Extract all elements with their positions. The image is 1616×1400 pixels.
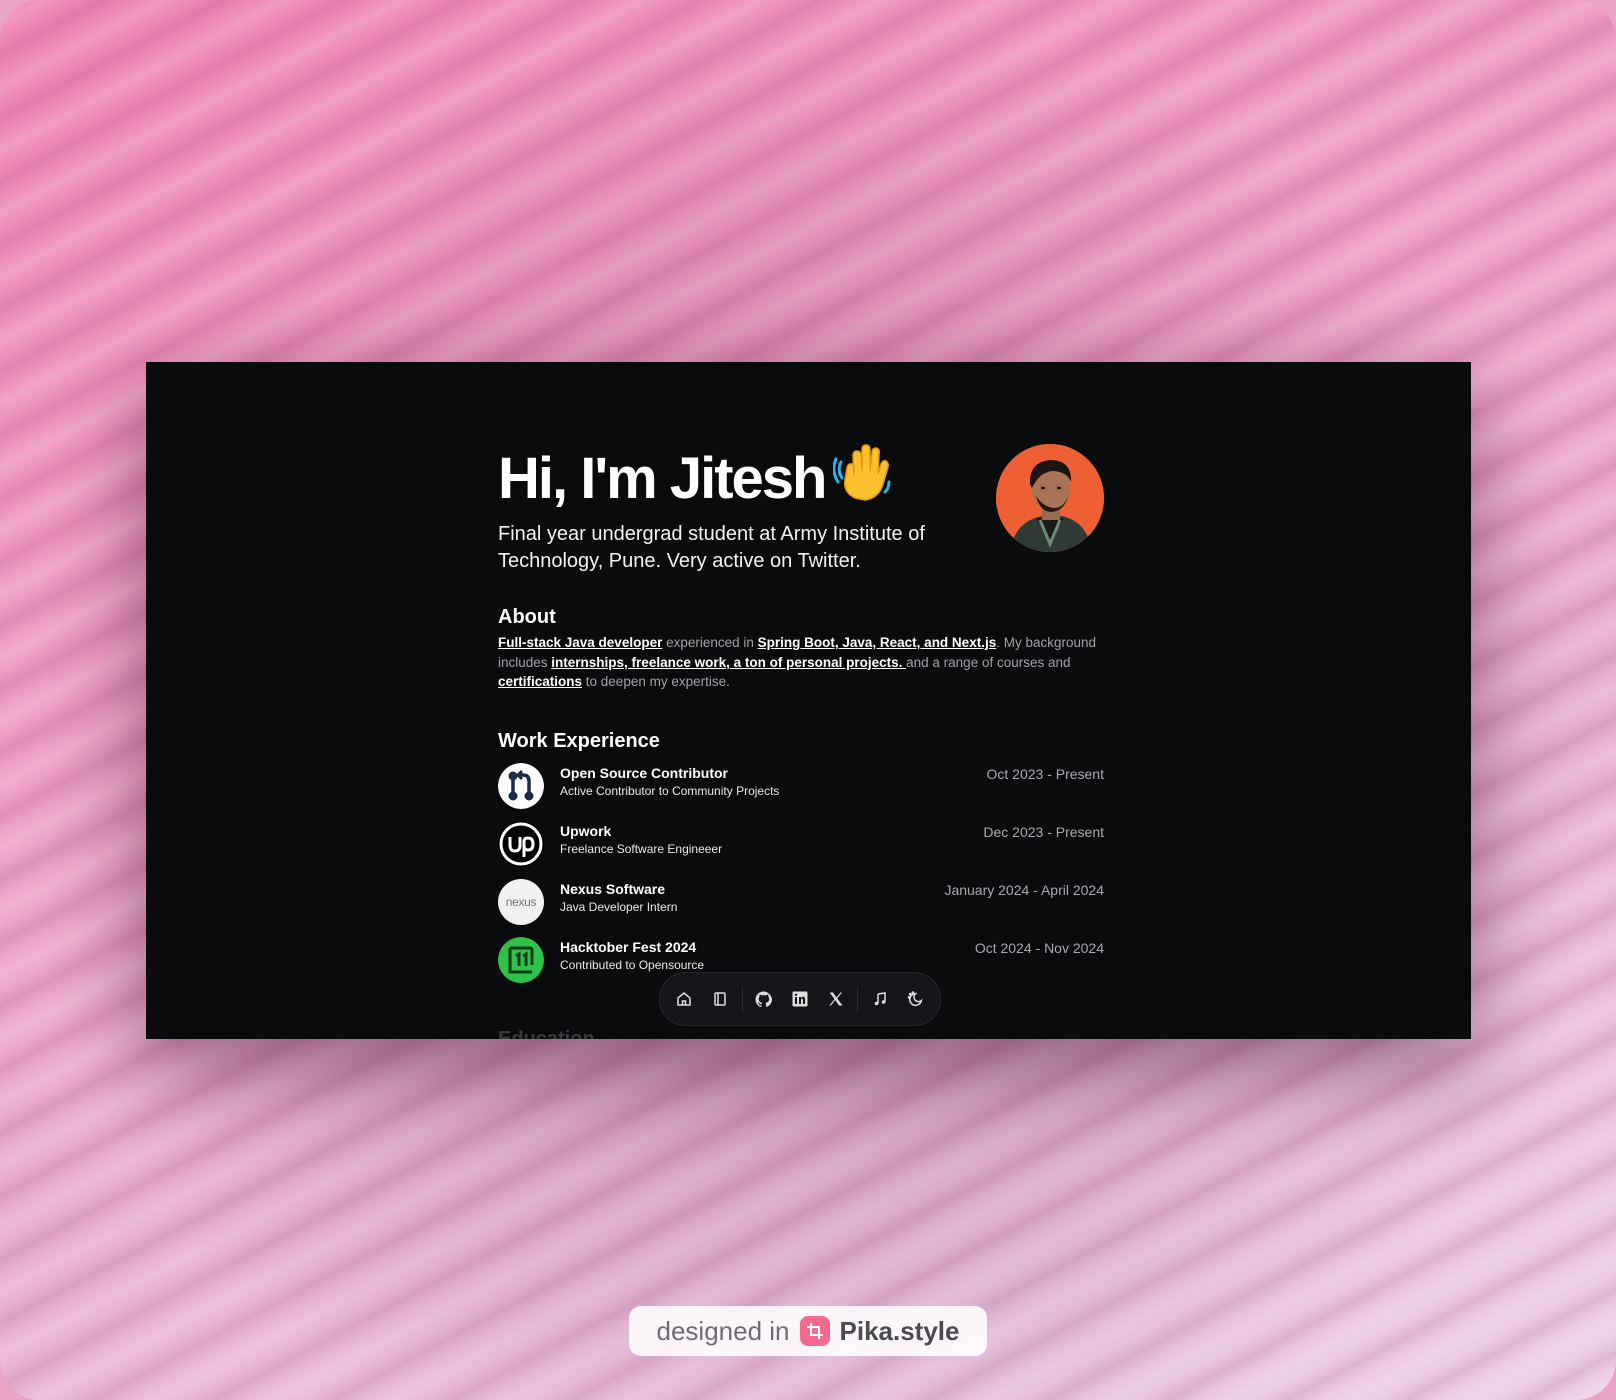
about-section: About Full-stack Java developer experien… [498,606,1104,692]
avatar [996,444,1104,552]
hero-section: Hi, I'm Jitesh Final year undergrad stud… [498,442,1104,582]
job-role: Active Contributor to Community Projects [560,784,780,798]
nexus-logo-text: nexus [505,895,537,909]
github-icon[interactable] [749,984,779,1014]
job-title: Nexus Software [560,881,666,897]
linkedin-icon[interactable] [785,984,815,1014]
upwork-logo [498,821,544,867]
work-experience-section: Work Experience Open Source Contributor … [498,730,1104,995]
job-dates: Oct 2024 - Nov 2024 [974,940,1104,956]
main-content: Hi, I'm Jitesh Final year undergrad stud… [498,442,1104,983]
education-heading: Education [498,1028,595,1039]
job-title: Open Source Contributor [560,765,728,781]
x-icon[interactable] [821,984,851,1014]
link-fullstack[interactable]: Full-stack Java developer [498,635,662,650]
crop-icon [799,1316,830,1346]
link-certifications[interactable]: certifications [498,674,582,689]
nexus-logo: nexus [498,879,544,925]
work-item[interactable]: Upwork Freelance Software Engineeer Dec … [498,821,1104,879]
notebook-icon[interactable] [705,984,735,1014]
hacktoberfest-logo [498,937,544,983]
hero-subtitle: Final year undergrad student at Army Ins… [498,523,925,572]
link-projects[interactable]: internships, freelance work, a ton of pe… [551,655,906,670]
work-heading: Work Experience [498,730,660,752]
job-dates: Dec 2023 - Present [983,824,1104,840]
pika-style-badge[interactable]: designed in Pika.style [629,1306,987,1356]
home-icon[interactable] [669,984,699,1014]
about-paragraph: Full-stack Java developer experienced in… [498,633,1104,692]
about-heading: About [498,606,556,628]
job-role: Freelance Software Engineeer [560,842,723,856]
music-icon[interactable] [865,984,895,1014]
job-title: Upwork [560,823,612,839]
about-text: and a range of courses and [906,654,1071,670]
theme-toggle-icon[interactable] [901,984,931,1014]
portfolio-window: Hi, I'm Jitesh Final year undergrad stud… [146,362,1471,1039]
greeting-text: Hi, I'm Jitesh [498,446,827,511]
job-dates: Oct 2023 - Present [986,766,1104,782]
badge-prefix: designed in [656,1315,790,1346]
bottom-dock [659,972,941,1026]
git-merge-icon [498,763,544,809]
dock-divider [741,986,743,1012]
job-title: Hacktober Fest 2024 [560,939,697,955]
about-text: to deepen my expertise. [582,674,730,689]
work-list: Open Source Contributor Active Contribut… [498,763,1104,995]
work-item[interactable]: nexus Nexus Software Java Developer Inte… [498,879,1104,937]
work-item[interactable]: Open Source Contributor Active Contribut… [498,763,1104,821]
dock-divider [857,986,859,1012]
waving-hand-icon [832,442,893,519]
badge-brand: Pika.style [839,1315,960,1346]
job-dates: January 2024 - April 2024 [944,882,1104,898]
job-role: Contributed to Opensource [560,958,705,972]
link-skills[interactable]: Spring Boot, Java, React, and Next.js [758,635,997,650]
job-role: Java Developer Intern [560,900,678,914]
about-text: experienced in [662,635,758,650]
